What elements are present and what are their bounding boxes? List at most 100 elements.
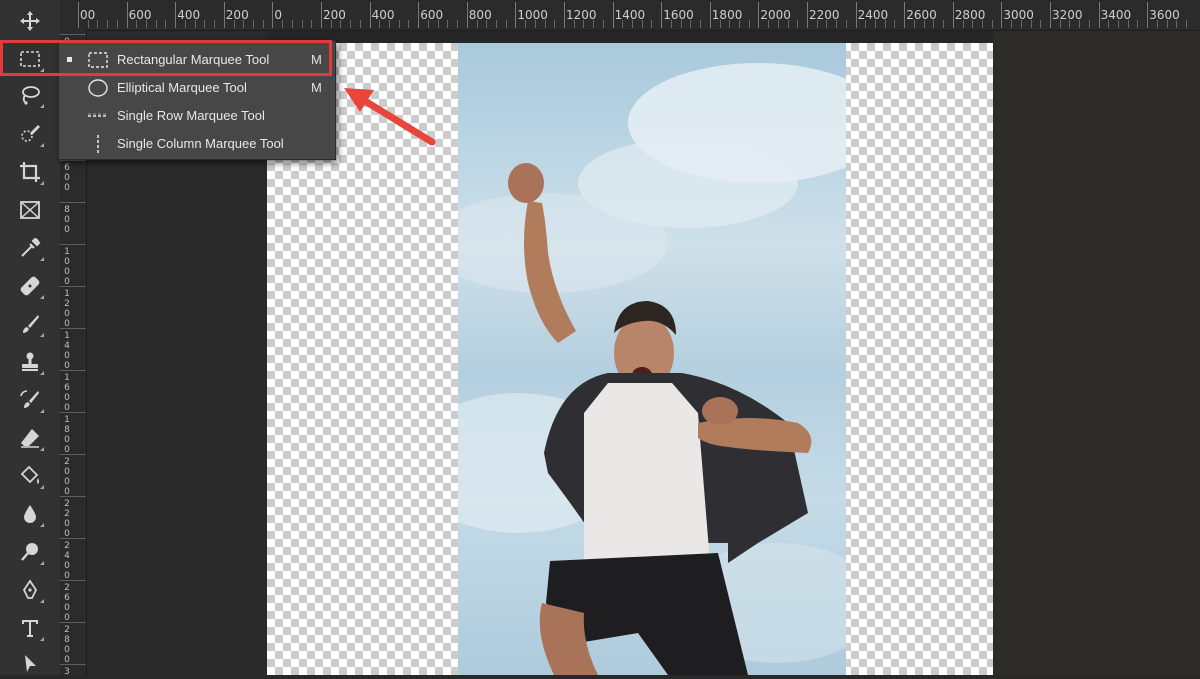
ruler-label: 0 — [274, 8, 283, 22]
ruler-tick — [952, 2, 954, 28]
ruler-label: 800 — [468, 8, 492, 22]
move-tool-button[interactable] — [12, 6, 48, 36]
ruler-tick — [60, 370, 86, 371]
brush-icon — [23, 315, 39, 333]
frame-tool-button[interactable] — [12, 195, 48, 225]
ruler-tick — [418, 2, 420, 28]
type-tool-button[interactable] — [12, 613, 48, 643]
eyedropper-tool-button[interactable] — [12, 233, 48, 263]
ruler-tick — [60, 328, 86, 329]
ruler-minor-tick — [505, 20, 507, 28]
ruler-tick — [1001, 2, 1003, 28]
ruler-tick — [175, 2, 177, 28]
ruler-label: 200 — [225, 8, 249, 22]
ruler-label: 1200 — [566, 8, 597, 22]
brush-tool-button[interactable] — [12, 309, 48, 339]
ruler-minor-tick — [165, 20, 167, 28]
type-icon — [22, 620, 38, 637]
ruler-minor-tick — [262, 20, 264, 28]
ruler-label: 600 — [64, 163, 70, 193]
ruler-label: 1000 — [517, 8, 548, 22]
ruler-minor-tick — [97, 20, 99, 28]
highlight-box — [0, 40, 332, 76]
paint-bucket-icon — [20, 465, 39, 484]
ruler-tick — [60, 34, 86, 35]
ruler-label: 3000 — [1003, 8, 1034, 22]
ruler-minor-tick — [1088, 20, 1090, 28]
ruler-label: 2000 — [64, 457, 70, 497]
ruler-label: 200 — [323, 8, 346, 22]
ruler-minor-tick — [350, 20, 352, 28]
ruler-minor-tick — [602, 20, 604, 28]
ruler-minor-tick — [204, 20, 206, 28]
ruler-minor-tick — [797, 20, 799, 28]
ruler-tick — [855, 2, 857, 28]
quick-selection-tool-button[interactable] — [12, 119, 48, 149]
ruler-tick — [466, 2, 468, 28]
frame-icon — [20, 201, 40, 219]
ruler-minor-tick — [700, 20, 702, 28]
eraser-tool-button[interactable] — [12, 423, 48, 453]
ruler-minor-tick — [457, 20, 459, 28]
ruler-label: 400 — [371, 8, 395, 22]
ruler-label: 1800 — [64, 415, 70, 455]
menu-item-single-column-marquee[interactable]: Single Column Marquee Tool — [59, 130, 335, 157]
dodge-tool-button[interactable] — [12, 537, 48, 567]
dodge-icon — [21, 543, 38, 561]
ruler-minor-tick — [495, 20, 497, 28]
blur-tool-button[interactable] — [12, 499, 48, 529]
ruler-tick — [60, 202, 86, 203]
ruler-minor-tick — [1186, 20, 1188, 28]
jumping-man-photo — [458, 63, 846, 675]
ruler-tick — [758, 2, 760, 28]
ruler-label: 3200 — [1052, 8, 1083, 22]
ruler-minor-tick — [894, 20, 896, 28]
ruler-tick — [60, 496, 86, 497]
menu-item-elliptical-marquee[interactable]: Elliptical Marquee Tool M — [59, 74, 335, 101]
ruler-minor-tick — [311, 20, 313, 28]
background-area — [993, 31, 1200, 675]
path-selection-icon — [25, 655, 36, 672]
ruler-tick — [612, 2, 614, 28]
ruler-minor-tick — [1137, 20, 1139, 28]
ruler-minor-tick — [291, 20, 293, 28]
ruler-minor-tick — [943, 20, 945, 28]
single-row-icon — [87, 106, 109, 126]
ruler-tick — [60, 538, 86, 539]
ruler-minor-tick — [1040, 20, 1042, 28]
menu-item-single-row-marquee[interactable]: Single Row Marquee Tool — [59, 102, 335, 129]
ruler-label: 1000 — [64, 247, 70, 287]
quick-selection-icon — [21, 125, 40, 142]
ruler-minor-tick — [282, 20, 284, 28]
history-brush-tool-button[interactable] — [12, 385, 48, 415]
ruler-minor-tick — [155, 20, 157, 28]
ruler-label: 2600 — [906, 8, 937, 22]
clone-stamp-tool-button[interactable] — [12, 347, 48, 377]
ruler-tick — [60, 160, 86, 161]
eraser-icon — [21, 429, 39, 448]
ruler-label: 1400 — [614, 8, 646, 22]
ruler-label: 3000 — [64, 667, 70, 675]
ruler-tick — [1050, 2, 1051, 28]
crop-tool-button[interactable] — [12, 157, 48, 187]
lasso-tool-button[interactable] — [12, 80, 48, 110]
healing-brush-tool-button[interactable] — [12, 271, 48, 301]
ruler-label: 600 — [128, 8, 152, 22]
ruler-tick — [709, 2, 711, 28]
ruler-minor-tick — [301, 20, 303, 28]
ruler-minor-tick — [408, 20, 410, 28]
ruler-label: 2800 — [954, 8, 986, 22]
history-brush-icon — [20, 390, 39, 408]
ruler-tick — [78, 2, 79, 28]
crop-icon — [20, 162, 40, 182]
ruler-minor-tick — [252, 20, 254, 28]
menu-item-label: Elliptical Marquee Tool — [117, 80, 247, 95]
paint-bucket-tool-button[interactable] — [12, 461, 48, 491]
ruler-minor-tick — [116, 20, 118, 28]
pen-tool-button[interactable] — [12, 575, 48, 605]
ruler-tick — [60, 286, 86, 287]
menu-item-label: Single Column Marquee Tool — [117, 136, 284, 151]
ruler-label: 1200 — [64, 289, 70, 329]
single-column-icon — [87, 134, 109, 154]
ruler-minor-tick — [845, 20, 847, 28]
